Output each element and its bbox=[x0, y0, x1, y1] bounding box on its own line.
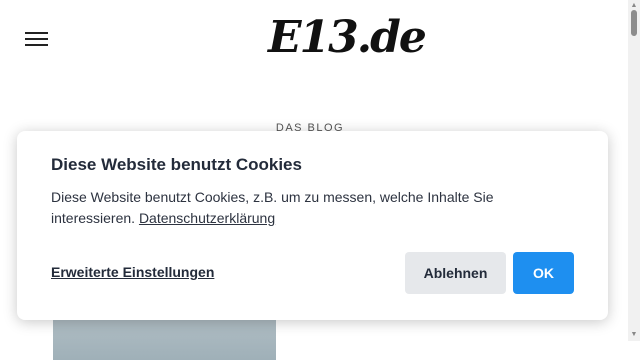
decline-button[interactable]: Ablehnen bbox=[405, 252, 506, 294]
dialog-title: Diese Website benutzt Cookies bbox=[51, 155, 302, 174]
menu-button[interactable] bbox=[25, 31, 48, 48]
scrollbar-thumb[interactable] bbox=[631, 10, 637, 36]
hamburger-menu-icon-line bbox=[25, 44, 48, 46]
scroll-up-icon[interactable]: ▲ bbox=[630, 2, 638, 10]
privacy-policy-link[interactable]: Datenschutzerklärung bbox=[139, 210, 275, 226]
hamburger-menu-icon-line bbox=[25, 38, 48, 40]
accept-button[interactable]: OK bbox=[513, 252, 574, 294]
site-logo[interactable]: E13.de bbox=[268, 8, 427, 68]
cookie-consent-dialog: Diese Website benutzt Cookies Diese Webs… bbox=[17, 131, 608, 320]
scroll-down-icon[interactable]: ▼ bbox=[630, 331, 638, 339]
hamburger-menu-icon bbox=[25, 32, 48, 34]
dialog-description: Diese Website benutzt Cookies, z.B. um z… bbox=[51, 187, 571, 229]
scrollbar[interactable]: ▲ ▼ bbox=[628, 0, 640, 341]
advanced-settings-link[interactable]: Erweiterte Einstellungen bbox=[51, 264, 214, 280]
